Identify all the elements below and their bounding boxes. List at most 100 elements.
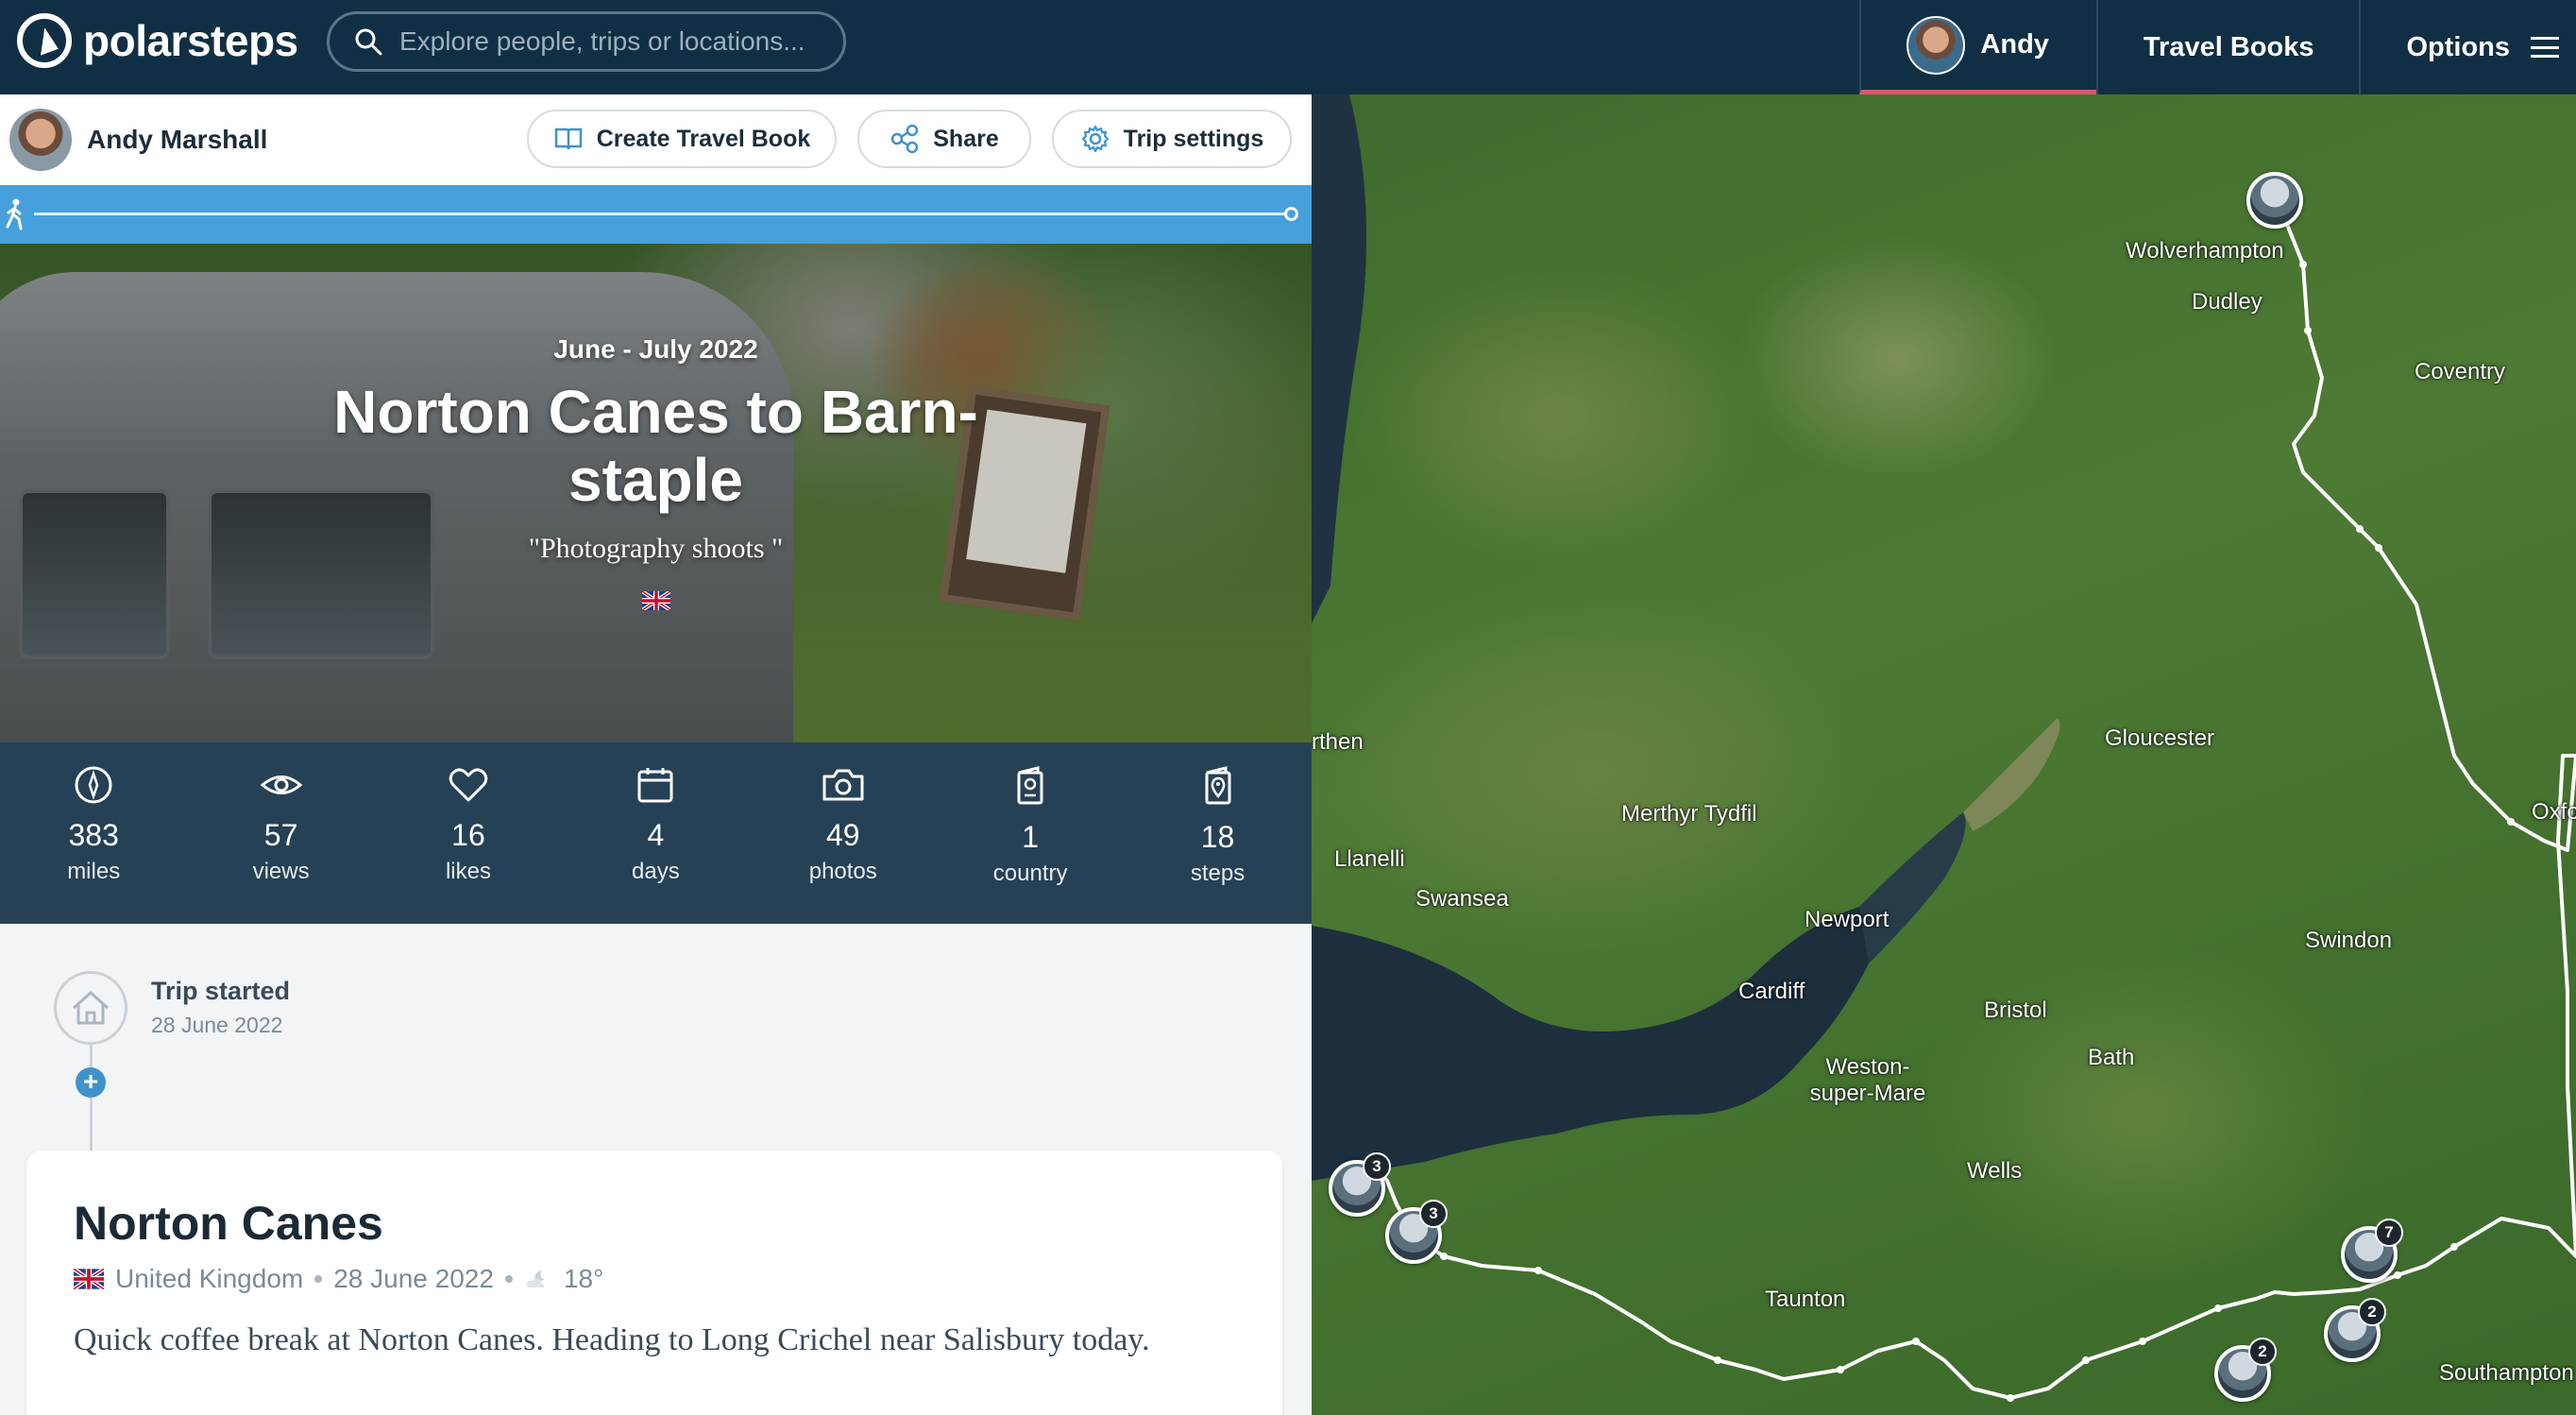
passport-icon (1017, 766, 1043, 805)
stat-views: 57 views (187, 742, 374, 924)
uk-flag-icon (641, 591, 670, 610)
map-step-cluster[interactable]: 2 (2214, 1338, 2277, 1402)
cluster-count-badge: 3 (1419, 1200, 1448, 1228)
stat-days-value: 4 (647, 818, 665, 852)
location-pin-icon (1205, 766, 1231, 805)
stat-likes[interactable]: 16 likes (375, 742, 562, 924)
top-navigation-bar: polarsteps Andy Travel Books Options (0, 0, 2576, 94)
step-temperature: 18° (563, 1264, 604, 1293)
logo-text: polarsteps (83, 16, 298, 65)
stat-photos-label: photos (808, 859, 877, 884)
map-label-dudley: Dudley (2192, 289, 2262, 315)
map-label-newport: Newport (1805, 907, 1890, 932)
cluster-count-badge: 7 (2375, 1219, 2403, 1247)
map-label-wolverhampton: Wolverhampton (2126, 238, 2284, 264)
trip-header: Andy Marshall Create Travel Book Share T (0, 94, 1312, 185)
create-travel-book-button[interactable]: Create Travel Book (527, 110, 837, 168)
walking-person-icon (6, 198, 23, 230)
uk-flag-icon (74, 1269, 104, 1289)
nav-user-profile[interactable]: Andy (1859, 0, 2096, 94)
create-travel-book-label: Create Travel Book (596, 125, 811, 152)
map-label-carmarthen: rthen (1312, 729, 1364, 755)
stat-steps-value: 18 (1200, 820, 1235, 854)
nav-right-menu: Andy Travel Books Options (1859, 0, 2576, 94)
add-step-button[interactable]: + (76, 1067, 106, 1098)
map-step-cluster[interactable]: 7 (2341, 1219, 2403, 1283)
trip-stats-bar: 383 miles 57 views 16 likes 4 days 49 ph… (0, 742, 1312, 924)
map-step-cluster[interactable]: 2 (2324, 1298, 2386, 1362)
stat-days: 4 days (562, 742, 749, 924)
trip-map[interactable]: Wolverhampton Dudley Coventry rthen Glou… (1312, 94, 2576, 1415)
share-button[interactable]: Share (857, 110, 1031, 168)
step-title: Norton Canes (74, 1197, 383, 1250)
stat-photos[interactable]: 49 photos (750, 742, 937, 924)
hamburger-menu-icon (2531, 37, 2559, 58)
stat-country-value: 1 (1022, 820, 1040, 854)
step-card[interactable]: Norton Canes United Kingdom 28 June 2022 (26, 1151, 1282, 1415)
trip-route-line (1347, 201, 2576, 1402)
partly-cloudy-night-icon (526, 1270, 545, 1287)
stat-country-label: country (992, 861, 1068, 886)
compass-logo-icon (17, 13, 72, 68)
map-step-cluster[interactable]: 3 (1329, 1152, 1391, 1217)
stat-days-label: days (632, 859, 680, 884)
stat-steps-label: steps (1190, 861, 1246, 886)
progress-track (34, 213, 1293, 215)
trip-settings-button[interactable]: Trip settings (1052, 110, 1292, 168)
stat-steps: 18 steps (1124, 742, 1311, 924)
stat-miles-label: miles (67, 859, 121, 884)
book-icon (554, 128, 582, 150)
gear-icon (1081, 125, 1109, 153)
map-label-coventry: Coventry (2415, 359, 2506, 384)
stat-country: 1 country (937, 742, 1124, 924)
trip-panel: Andy Marshall Create Travel Book Share T (0, 94, 1312, 1415)
share-label: Share (933, 125, 999, 152)
trip-progress-bar[interactable] (0, 185, 1312, 244)
search-icon (355, 28, 382, 56)
step-description: Quick coffee break at Norton Canes. Head… (74, 1322, 1150, 1357)
trip-started-date: 28 June 2022 (151, 1013, 283, 1037)
map-label-weston-super-mare: Weston-super-Mare (1809, 1054, 1926, 1106)
stat-likes-value: 16 (451, 818, 485, 852)
map-step-pin[interactable] (2246, 172, 2303, 229)
map-label-gloucester: Gloucester (2105, 725, 2215, 751)
cluster-count-badge: 2 (2358, 1298, 2386, 1326)
progress-end-marker[interactable] (1284, 207, 1298, 221)
trip-start-marker (54, 971, 127, 1045)
step-country: United Kingdom (115, 1264, 304, 1293)
nav-travel-books-label: Travel Books (2143, 31, 2314, 62)
trip-timeline: Trip started 28 June 2022 + Norton Canes… (0, 924, 1312, 1415)
stat-views-label: views (252, 859, 310, 884)
map-label-swindon: Swindon (2305, 928, 2393, 953)
trip-subtitle: "Photography shoots " (528, 533, 784, 564)
compass-icon (75, 766, 112, 804)
owner-avatar[interactable] (9, 109, 72, 171)
trip-settings-label: Trip settings (1123, 125, 1264, 152)
owner-name[interactable]: Andy Marshall (87, 125, 267, 155)
eye-icon (260, 776, 302, 794)
trip-dates: June - July 2022 (553, 334, 758, 364)
stat-miles-value: 383 (68, 818, 119, 852)
map-label-bristol: Bristol (1984, 997, 2047, 1023)
timeline-connector (90, 1045, 93, 1151)
cluster-count-badge: 3 (1363, 1152, 1391, 1181)
trip-title: Norton Canes to Barn-staple (333, 378, 978, 514)
trip-cover-photo: June - July 2022 Norton Canes to Barn-st… (0, 244, 1312, 742)
map-label-wells: Wells (1967, 1158, 2023, 1184)
map-label-southampton: Southampton (2439, 1360, 2574, 1386)
nav-options-menu[interactable]: Options (2359, 0, 2576, 94)
stat-miles: 383 miles (0, 742, 187, 924)
map-label-llanelli: Llanelli (1334, 846, 1405, 872)
search-input[interactable] (399, 26, 815, 57)
stat-likes-label: likes (445, 859, 491, 884)
nav-user-label: Andy (1980, 29, 2049, 60)
map-label-swansea: Swansea (1415, 886, 1509, 912)
nav-travel-books[interactable]: Travel Books (2095, 0, 2360, 94)
map-step-cluster[interactable]: 3 (1385, 1200, 1448, 1264)
map-label-merthyr-tydfil: Merthyr Tydfil (1621, 801, 1757, 827)
polarsteps-logo[interactable]: polarsteps (17, 13, 298, 68)
user-avatar (1907, 15, 1966, 75)
search-bar[interactable] (327, 11, 846, 72)
map-label-oxford: Oxfo (2532, 799, 2576, 825)
trip-started-title: Trip started (151, 977, 291, 1005)
